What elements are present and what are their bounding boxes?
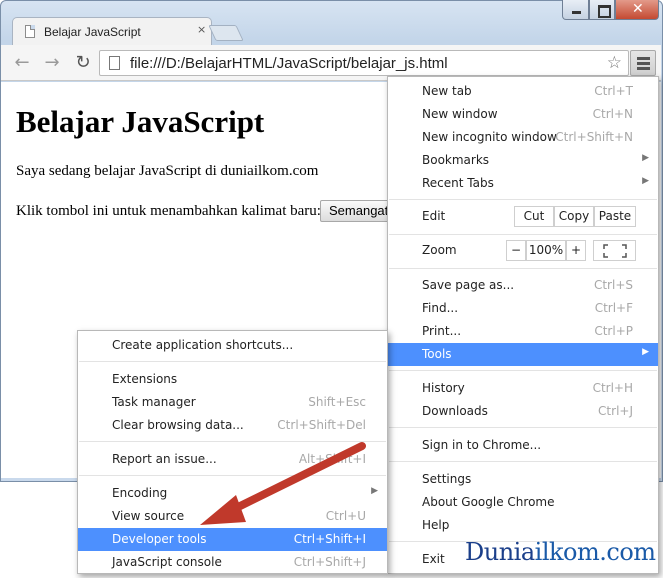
copy-button[interactable]: Copy [554, 206, 594, 227]
chrome-menu: New tab Ctrl+T New window Ctrl+N New inc… [387, 76, 659, 574]
close-icon: ✕ [632, 1, 644, 17]
hamburger-icon [637, 57, 650, 60]
menu-separator [389, 234, 657, 235]
menu-item-recent-tabs[interactable]: Recent Tabs ▶ [388, 172, 658, 195]
watermark-logo: Duniailkom.com [465, 538, 656, 566]
reload-icon[interactable]: ↻ [72, 52, 94, 74]
menu-row-zoom: Zoom − 100% + [388, 239, 658, 262]
menu-item-tools[interactable]: Tools ▶ [388, 343, 658, 366]
menu-item-about[interactable]: About Google Chrome [388, 491, 658, 514]
address-bar[interactable]: file:///D:/BelajarHTML/JavaScript/belaja… [99, 50, 629, 76]
menu-item-task-manager[interactable]: Task manager Shift+Esc [78, 391, 387, 414]
menu-item-downloads[interactable]: Downloads Ctrl+J [388, 400, 658, 423]
tab-close-icon[interactable]: × [197, 23, 206, 36]
zoom-level: 100% [526, 240, 566, 261]
menu-separator [79, 441, 386, 442]
fullscreen-icon [602, 244, 627, 258]
menu-separator [389, 268, 657, 269]
zoom-out-button[interactable]: − [506, 240, 526, 261]
menu-item-view-source[interactable]: View source Ctrl+U [78, 505, 387, 528]
menu-item-find[interactable]: Find... Ctrl+F [388, 297, 658, 320]
tab-title: Belajar JavaScript [44, 25, 141, 39]
back-arrow-icon[interactable]: ← [11, 52, 33, 74]
menu-separator [79, 475, 386, 476]
menu-row-edit: Edit Cut Copy Paste [388, 205, 658, 228]
menu-item-help[interactable]: Help [388, 514, 658, 537]
menu-item-clear-browsing[interactable]: Clear browsing data... Ctrl+Shift+Del [78, 414, 387, 437]
forward-arrow-icon[interactable]: → [41, 52, 63, 74]
chevron-right-icon: ▶ [642, 176, 649, 186]
fullscreen-button[interactable] [593, 240, 636, 261]
page-instruction: Klik tombol ini untuk menambahkan kalima… [16, 203, 321, 219]
close-window-button[interactable]: ✕ [615, 0, 659, 20]
zoom-in-button[interactable]: + [566, 240, 586, 261]
menu-item-developer-tools[interactable]: Developer tools Ctrl+Shift+I [78, 528, 387, 551]
menu-item-save-page[interactable]: Save page as... Ctrl+S [388, 274, 658, 297]
menu-separator [389, 199, 657, 200]
minimize-button[interactable] [562, 0, 589, 20]
url-text[interactable]: file:///D:/BelajarHTML/JavaScript/belaja… [130, 55, 448, 72]
menu-item-bookmarks[interactable]: Bookmarks ▶ [388, 149, 658, 172]
menu-separator [389, 427, 657, 428]
browser-tab[interactable]: Belajar JavaScript × [12, 17, 212, 45]
menu-item-new-incognito[interactable]: New incognito window Ctrl+Shift+N [388, 126, 658, 149]
chevron-right-icon: ▶ [371, 486, 378, 496]
document-icon [25, 25, 35, 38]
chevron-right-icon: ▶ [642, 347, 649, 357]
menu-item-new-window[interactable]: New window Ctrl+N [388, 103, 658, 126]
chevron-right-icon: ▶ [642, 153, 649, 163]
menu-item-encoding[interactable]: Encoding ▶ [78, 482, 387, 505]
menu-item-javascript-console[interactable]: JavaScript console Ctrl+Shift+J [78, 551, 387, 574]
maximize-button[interactable] [589, 0, 615, 20]
chrome-menu-button[interactable] [630, 50, 656, 76]
menu-item-report-issue[interactable]: Report an issue... Alt+Shift+I [78, 448, 387, 471]
menu-item-sign-in[interactable]: Sign in to Chrome... [388, 434, 658, 457]
menu-item-create-shortcuts[interactable]: Create application shortcuts... [78, 334, 387, 357]
bookmark-star-icon[interactable]: ☆ [607, 53, 622, 73]
page-heading: Belajar JavaScript [16, 104, 265, 139]
page-paragraph: Saya sedang belajar JavaScript di duniai… [16, 163, 319, 179]
page-icon [109, 56, 120, 70]
menu-separator [389, 461, 657, 462]
menu-item-extensions[interactable]: Extensions [78, 368, 387, 391]
menu-item-new-tab[interactable]: New tab Ctrl+T [388, 80, 658, 103]
menu-item-print[interactable]: Print... Ctrl+P [388, 320, 658, 343]
menu-separator [389, 370, 657, 371]
paste-button[interactable]: Paste [594, 206, 636, 227]
tools-submenu: Create application shortcuts... Extensio… [77, 330, 388, 574]
menu-item-history[interactable]: History Ctrl+H [388, 377, 658, 400]
menu-separator [79, 361, 386, 362]
cut-button[interactable]: Cut [514, 206, 554, 227]
menu-item-settings[interactable]: Settings [388, 468, 658, 491]
